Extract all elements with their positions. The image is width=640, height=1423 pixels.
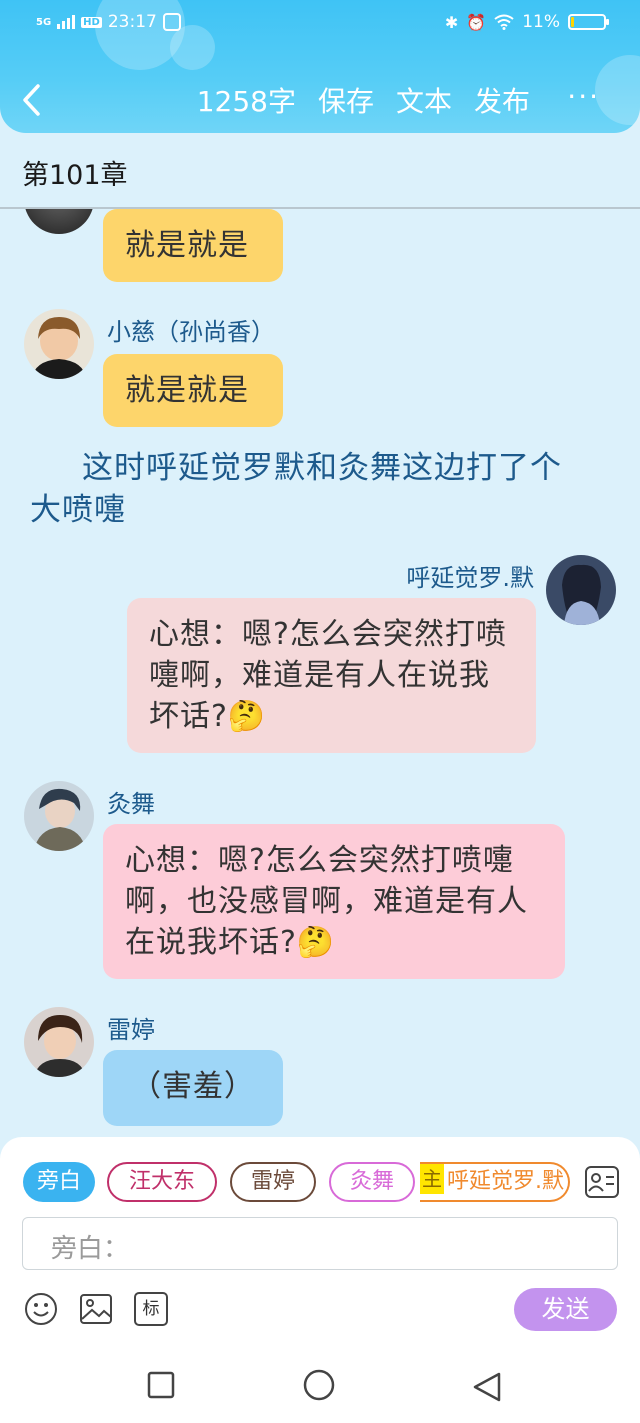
editor-toolbar: 1258字 保存 文本 发布 ··· [0, 78, 640, 122]
image-button[interactable] [79, 1292, 113, 1326]
emoji-button[interactable] [24, 1292, 58, 1326]
chat-bubble[interactable]: 就是就是 [103, 354, 283, 427]
avatar[interactable] [24, 309, 94, 379]
chat-bubble[interactable]: 就是就是 [103, 209, 283, 282]
word-count: 1258字 [196, 85, 296, 118]
role-chip-jiu-wu[interactable]: 灸舞 [329, 1162, 415, 1202]
input-placeholder: 旁白： [51, 1234, 130, 1264]
role-chip-wang-dadong[interactable]: 汪大东 [107, 1162, 217, 1202]
avatar-image [24, 309, 94, 379]
message-text: 就是就是 [125, 373, 249, 408]
contact-card-icon [585, 1166, 619, 1198]
role-chip-narrator[interactable]: 旁白 [23, 1162, 95, 1202]
battery-icon [568, 14, 609, 30]
publish-button[interactable]: 发布 [474, 80, 530, 120]
home-button[interactable] [303, 1369, 335, 1405]
message-text: 心想：嗯?怎么会突然打喷嚏啊，也没感冒啊，难道是有人在说我坏话?🤔 [125, 843, 528, 960]
circle-icon [303, 1369, 335, 1401]
avatar-image [24, 1007, 94, 1077]
text-button[interactable]: 文本 [396, 80, 452, 120]
role-label: 灸舞 [349, 1169, 394, 1194]
chat-area[interactable]: 就是就是 小慈（孙尚香） 就是就是 这时呼延觉罗默和灸舞这边打了个大喷嚏 呼延觉… [0, 209, 640, 1137]
app-notification-icon [162, 13, 181, 31]
send-button[interactable]: 发送 [514, 1288, 617, 1331]
hd-badge: HD [81, 16, 102, 28]
message-text: 心想：嗯?怎么会突然打喷嚏啊，难道是有人在说我坏话?🤔 [149, 617, 507, 734]
narration-text[interactable]: 这时呼延觉罗默和灸舞这边打了个大喷嚏 [30, 447, 590, 531]
role-label: 呼延觉罗.默 [447, 1169, 564, 1194]
avatar-image [24, 781, 94, 851]
role-chip-lei-ting[interactable]: 雷婷 [230, 1162, 316, 1202]
alarm-icon: ⏰ [466, 12, 487, 32]
avatar[interactable] [24, 209, 94, 234]
speaker-name: 灸舞 [107, 790, 155, 818]
role-chip-huyan-mo[interactable]: 主 呼延觉罗.默 [420, 1162, 570, 1202]
square-icon [147, 1371, 175, 1399]
chapter-title: 第101章 [22, 160, 128, 191]
speaker-name: 呼延觉罗.默 [406, 564, 534, 592]
role-label: 雷婷 [250, 1169, 295, 1194]
message-text: （害羞） [131, 1069, 255, 1104]
avatar-image [546, 555, 616, 625]
system-nav-bar [0, 1349, 640, 1423]
main-role-badge: 主 [420, 1164, 444, 1194]
send-label: 发送 [541, 1295, 590, 1323]
battery-percent: 11% [522, 12, 560, 32]
network-type: 5G [36, 16, 52, 28]
back-button[interactable] [20, 78, 50, 122]
triangle-back-icon [473, 1372, 501, 1402]
chat-bubble[interactable]: 心想：嗯?怎么会突然打喷嚏啊，也没感冒啊，难道是有人在说我坏话?🤔 [103, 824, 565, 979]
avatar[interactable] [24, 781, 94, 851]
wifi-icon [494, 14, 514, 30]
message-text: 就是就是 [125, 228, 249, 263]
image-icon [80, 1294, 112, 1324]
chevron-left-icon [23, 84, 40, 116]
mark-label: 标 [142, 1299, 160, 1319]
role-list-button[interactable] [584, 1165, 620, 1199]
role-label: 汪大东 [128, 1169, 195, 1194]
save-button[interactable]: 保存 [318, 80, 374, 120]
role-label: 旁白 [36, 1169, 81, 1194]
chat-bubble[interactable]: 心想：嗯?怎么会突然打喷嚏啊，难道是有人在说我坏话?🤔 [127, 598, 536, 753]
message-input[interactable]: 旁白： [22, 1217, 618, 1270]
clock: 23:17 [107, 12, 157, 32]
avatar[interactable] [546, 555, 616, 625]
app-header: 5G HD 23:17 ✱ ⏰ 11% 1258字 保存 文本 发布 ··· [0, 0, 640, 133]
avatar[interactable] [24, 1007, 94, 1077]
recent-apps-button[interactable] [147, 1371, 175, 1403]
compose-panel: 旁白 汪大东 雷婷 灸舞 主 呼延觉罗.默 旁白： 标 发送 [0, 1137, 640, 1349]
bluetooth-icon: ✱ [444, 12, 459, 32]
back-nav-button[interactable] [472, 1371, 502, 1407]
more-button[interactable]: ··· [567, 80, 600, 113]
status-bar: 5G HD 23:17 ✱ ⏰ 11% [0, 8, 640, 42]
chat-bubble[interactable]: （害羞） [103, 1050, 283, 1126]
speaker-name: 小慈（孙尚香） [107, 318, 275, 346]
speaker-name: 雷婷 [107, 1016, 155, 1044]
signal-icon [57, 15, 76, 29]
mark-button[interactable]: 标 [134, 1292, 168, 1326]
emoji-icon [25, 1293, 57, 1325]
